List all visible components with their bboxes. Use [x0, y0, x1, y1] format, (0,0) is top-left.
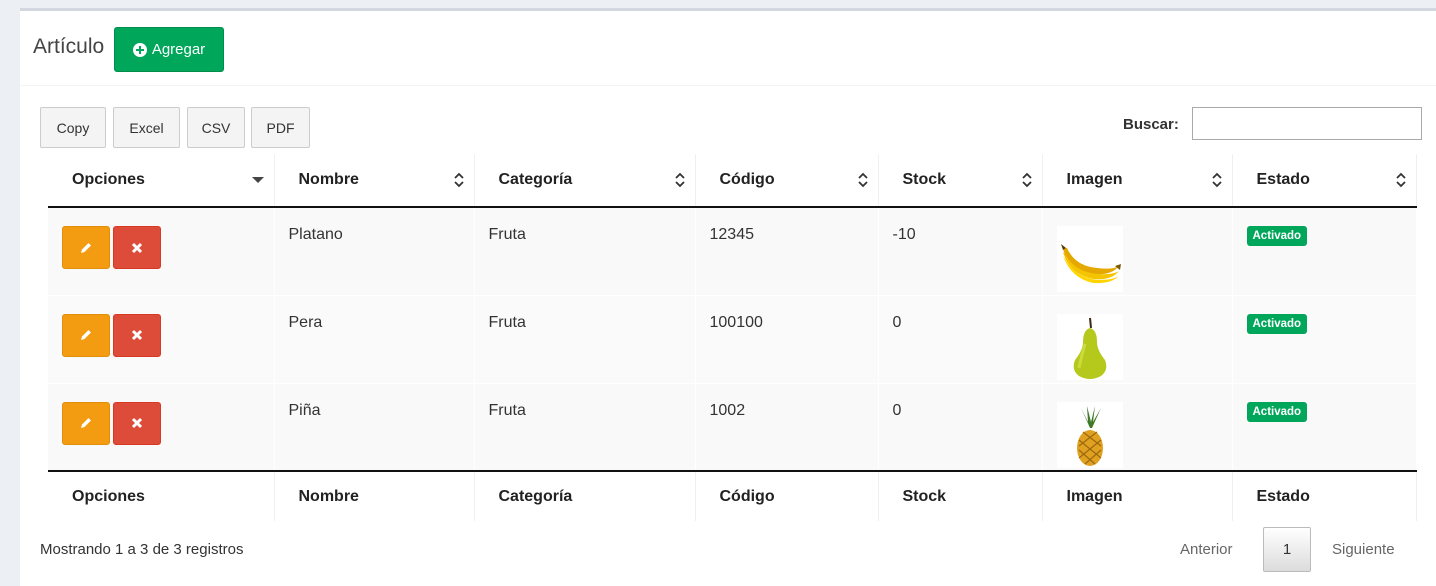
cell-categoria: Fruta [474, 383, 696, 472]
pdf-button[interactable]: PDF [251, 107, 310, 148]
options-cell [48, 207, 275, 296]
pencil-icon [81, 242, 91, 253]
column-header-imagen[interactable]: Imagen [1042, 154, 1233, 208]
add-button[interactable]: Agregar [114, 27, 224, 72]
times-icon [131, 417, 143, 429]
cell-nombre: Pera [274, 295, 475, 384]
footer-stock: Stock [878, 470, 1043, 521]
footer-opciones: Opciones [48, 470, 275, 521]
cell-stock: 0 [878, 295, 1043, 384]
pagination-next[interactable]: Siguiente [1332, 541, 1395, 558]
footer-imagen: Imagen [1042, 470, 1233, 521]
sort-both-icon [674, 172, 685, 188]
cell-codigo: 12345 [695, 207, 879, 296]
edit-button[interactable] [62, 313, 110, 357]
pineapple-image [1056, 401, 1123, 468]
pencil-icon [81, 418, 91, 428]
options-cell [48, 383, 275, 472]
cell-estado: Activado [1232, 383, 1417, 472]
page-title: Artículo [33, 35, 105, 58]
cell-codigo: 1002 [695, 383, 879, 472]
search-label: Buscar: [1123, 116, 1179, 133]
delete-button[interactable] [113, 226, 161, 269]
add-button-label: Agregar [151, 41, 206, 58]
panel-header: Artículo Agregar [20, 11, 1436, 86]
status-badge: Activado [1246, 313, 1308, 334]
cell-imagen [1042, 207, 1233, 296]
table-info: Mostrando 1 a 3 de 3 registros [40, 541, 244, 558]
table-footer-row: Opciones Nombre Categoría Código Stock I… [48, 470, 1417, 521]
times-icon [131, 329, 143, 341]
articles-table: Opciones Nombre Categoría Código Stock I… [48, 154, 1417, 521]
footer-codigo: Código [695, 470, 879, 521]
cell-stock: -10 [878, 207, 1043, 296]
cell-nombre: Piña [274, 383, 475, 472]
column-header-nombre[interactable]: Nombre [274, 154, 475, 208]
sort-both-icon [857, 172, 868, 188]
column-header-estado[interactable]: Estado [1232, 154, 1417, 208]
footer-categoria: Categoría [474, 470, 696, 521]
status-badge: Activado [1246, 226, 1308, 246]
table-row: Piña Fruta 1002 0 Activado [48, 383, 1417, 472]
delete-button[interactable] [113, 313, 161, 357]
plus-circle-icon [132, 42, 147, 57]
cell-stock: 0 [878, 383, 1043, 472]
status-badge: Activado [1246, 401, 1308, 422]
table-header-row: Opciones Nombre Categoría Código Stock I… [48, 154, 1417, 208]
edit-button[interactable] [62, 401, 110, 445]
delete-button[interactable] [113, 401, 161, 445]
cell-imagen [1042, 383, 1233, 472]
edit-button[interactable] [62, 226, 110, 269]
pencil-icon [81, 330, 91, 340]
cell-estado: Activado [1232, 207, 1417, 296]
articulo-panel: Artículo Agregar Copy Excel CSV PDF Busc… [20, 8, 1436, 586]
footer-nombre: Nombre [274, 470, 475, 521]
options-cell [48, 295, 275, 384]
sort-desc-icon [251, 177, 264, 183]
sort-both-icon [1211, 172, 1222, 188]
cell-codigo: 100100 [695, 295, 879, 384]
cell-estado: Activado [1232, 295, 1417, 384]
copy-button[interactable]: Copy [40, 107, 106, 148]
pagination-page-1[interactable]: 1 [1263, 527, 1311, 572]
footer-estado: Estado [1232, 470, 1417, 521]
excel-button[interactable]: Excel [113, 107, 180, 148]
sort-both-icon [453, 172, 464, 188]
table-row: Platano Fruta 12345 -10 Activado [48, 207, 1417, 296]
pear-image [1056, 313, 1123, 380]
cell-nombre: Platano [274, 207, 475, 296]
column-header-categoria[interactable]: Categoría [474, 154, 696, 208]
cell-categoria: Fruta [474, 295, 696, 384]
column-header-opciones[interactable]: Opciones [48, 154, 275, 208]
column-header-stock[interactable]: Stock [878, 154, 1043, 208]
sort-both-icon [1021, 172, 1032, 188]
pagination-previous[interactable]: Anterior [1180, 541, 1233, 558]
banana-image [1056, 226, 1123, 292]
cell-imagen [1042, 295, 1233, 384]
times-icon [131, 242, 143, 253]
sort-both-icon [1395, 172, 1406, 188]
csv-button[interactable]: CSV [187, 107, 245, 148]
column-header-codigo[interactable]: Código [695, 154, 879, 208]
table-row: Pera Fruta 100100 0 Activado [48, 295, 1417, 384]
cell-categoria: Fruta [474, 207, 696, 296]
search-input[interactable] [1192, 107, 1422, 140]
